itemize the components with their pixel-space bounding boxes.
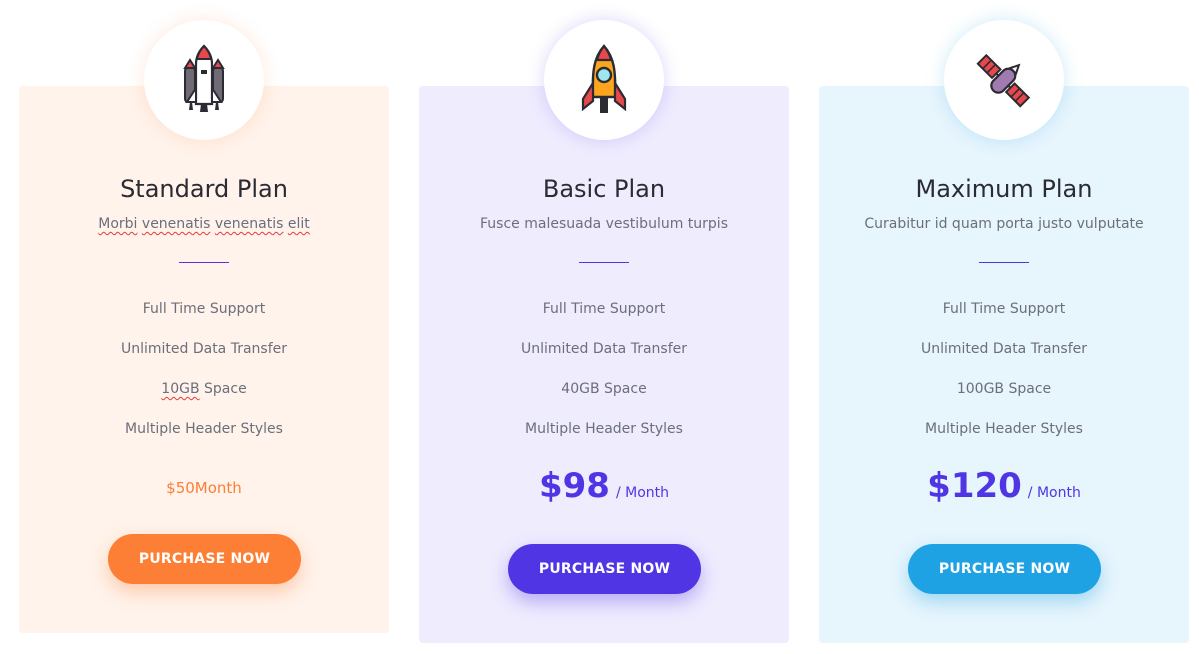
feature-item: Multiple Header Styles [925,421,1083,437]
price-amount: $120 [927,466,1022,506]
pricing-section: Standard Plan Morbi venenatis venenatis … [0,0,1199,654]
satellite-icon [968,44,1040,116]
space-shuttle-icon [181,44,227,116]
purchase-now-button[interactable]: PURCHASE NOW [908,544,1101,594]
description-word: venenatis [141,216,211,232]
icon-badge [944,20,1064,140]
title-divider [579,262,629,263]
price-period: / Month [1027,485,1081,501]
description-word: elit [287,216,310,232]
plan-title: Standard Plan [120,175,288,203]
feature-item: Unlimited Data Transfer [520,341,688,357]
plan-price: $120 / Month [819,466,1189,506]
feature-item: 10GB Space [19,381,389,397]
icon-badge [144,20,264,140]
feature-item: Multiple Header Styles [525,421,683,437]
pricing-card-maximum: Maximum Plan Curabitur id quam porta jus… [819,20,1189,643]
description-word: Morbi [98,216,138,232]
price-period: / Month [615,485,670,501]
icon-badge [544,20,664,140]
plan-price: $50Month [166,479,242,497]
feature-item: Full Time Support [142,301,266,317]
purchase-now-button[interactable]: PURCHASE NOW [508,544,701,594]
description-word: venenatis [214,216,284,232]
price-amount: $98 [538,466,610,506]
plan-description: Curabitur id quam porta justo vulputate [864,216,1144,232]
title-divider [979,262,1029,263]
feature-item: Unlimited Data Transfer [120,341,288,357]
title-divider [179,262,229,263]
pricing-card-basic: Basic Plan Fusce malesuada vestibulum tu… [419,20,789,643]
plan-title: Maximum Plan [915,175,1093,203]
rocket-icon [579,43,629,117]
plan-description: Fusce malesuada vestibulum turpis [480,216,728,232]
storage-unit: Space [204,381,247,397]
pricing-card-standard: Standard Plan Morbi venenatis venenatis … [19,20,389,633]
plan-price: $98 / Month [419,466,789,506]
feature-item: Full Time Support [942,301,1066,317]
feature-item: Full Time Support [542,301,666,317]
storage-amount: 10GB [161,381,200,397]
plan-description: Morbi venenatis venenatis elit [19,216,389,232]
feature-item: 100GB Space [956,381,1052,397]
plan-title: Basic Plan [542,175,666,203]
feature-item: 40GB Space [561,381,647,397]
purchase-now-button[interactable]: PURCHASE NOW [108,534,301,584]
feature-item: Multiple Header Styles [125,421,283,437]
feature-item: Unlimited Data Transfer [920,341,1088,357]
